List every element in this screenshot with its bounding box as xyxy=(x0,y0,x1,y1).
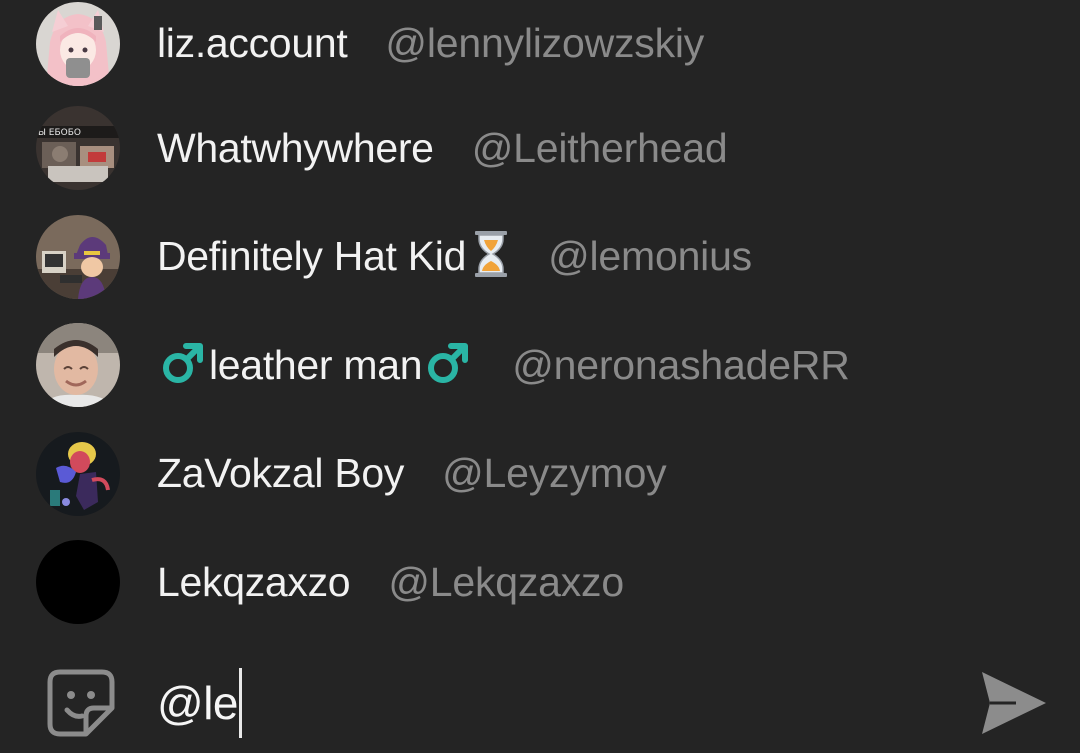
avatar: Ы ЕБОБО xyxy=(36,106,120,191)
mention-row[interactable]: ZaVokzal Boy @Leyzymoy xyxy=(0,420,1080,529)
mention-row[interactable]: Lekqzaxzo @Lekqzaxzo xyxy=(0,528,1080,632)
mention-display-name: Whatwhywhere xyxy=(157,124,434,171)
mention-suggestion-list: liz.account @lennylizowzskiy Ы ЕБОБО Wha… xyxy=(0,0,1080,632)
mention-username: @neronashadeRR xyxy=(512,341,850,388)
message-composer: @le xyxy=(0,632,1080,753)
mention-username: @Leyzymoy xyxy=(442,450,667,497)
mention-display-name: ZaVokzal Boy xyxy=(157,450,405,497)
mention-row[interactable]: Ы ЕБОБО Whatwhywhere @Leitherhead xyxy=(0,94,1080,203)
mention-row[interactable]: Definitely Hat Kid @lemonius xyxy=(0,203,1080,312)
avatar-caption: Ы ЕБОБО xyxy=(38,128,81,138)
mention-username: @lennylizowzskiy xyxy=(385,20,705,66)
mention-row[interactable]: leather man @neronashadeRR xyxy=(0,311,1080,420)
sticker-icon[interactable] xyxy=(44,666,118,740)
message-input-text: @le xyxy=(157,677,239,729)
text-caret xyxy=(239,668,242,738)
avatar xyxy=(36,1,120,86)
male-sign-icon xyxy=(161,341,205,390)
mention-display-name: leather man xyxy=(209,341,423,388)
avatar xyxy=(36,214,120,299)
mention-display-name: liz.account xyxy=(157,20,348,66)
avatar xyxy=(36,540,120,625)
mention-display-name: Definitely Hat Kid xyxy=(157,233,467,280)
send-icon[interactable] xyxy=(976,668,1050,738)
avatar xyxy=(36,323,120,408)
chat-screen: liz.account @lennylizowzskiy Ы ЕБОБО Wha… xyxy=(0,0,1080,753)
mention-username: @Leitherhead xyxy=(471,124,728,171)
hourglass-icon xyxy=(472,230,510,283)
mention-row[interactable]: liz.account @lennylizowzskiy xyxy=(0,0,1080,94)
mention-username: @lemonius xyxy=(548,233,752,280)
male-sign-icon xyxy=(426,341,470,390)
message-input[interactable]: @le xyxy=(157,668,242,738)
mention-display-name: Lekqzaxzo xyxy=(157,558,351,605)
mention-username: @Lekqzaxzo xyxy=(388,558,624,605)
avatar xyxy=(36,431,120,516)
